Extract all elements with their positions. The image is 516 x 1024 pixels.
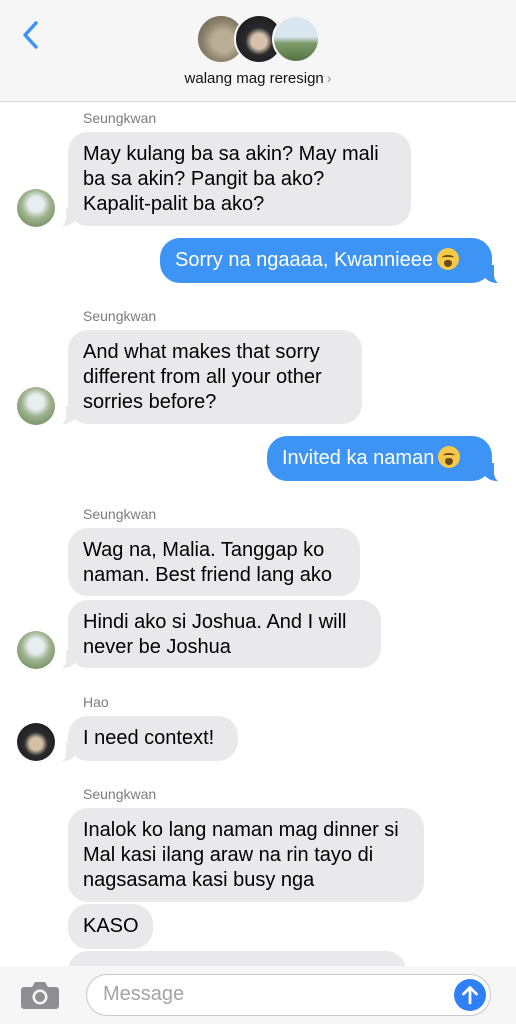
conversation-header: walang mag reresign › [0, 0, 516, 102]
avatar[interactable] [17, 189, 55, 227]
message-text: I need context! [83, 727, 215, 749]
avatar[interactable] [17, 723, 55, 761]
bubble-tail [482, 263, 508, 285]
message-field[interactable] [86, 974, 491, 1016]
chevron-left-icon [23, 21, 38, 49]
group-name: walang mag reresign [184, 70, 324, 87]
back-button[interactable] [14, 18, 48, 52]
sender-name: Hao [83, 694, 109, 710]
bubble-tail [482, 461, 508, 483]
bubble-tail [52, 404, 78, 426]
avatar [272, 15, 320, 63]
send-button[interactable] [454, 979, 486, 1011]
incoming-message-bubble[interactable]: And what makes that sorry different from… [68, 330, 362, 424]
sender-name: Seungkwan [83, 110, 157, 126]
message-text: KASO [83, 915, 139, 937]
message-input-bar [0, 966, 516, 1024]
sender-name: Seungkwan [83, 506, 157, 522]
incoming-message-bubble[interactable]: Wag na, Malia. Tanggap ko naman. Best fr… [68, 528, 360, 596]
crying-face-emoji [436, 248, 459, 270]
chevron-right-icon: › [326, 70, 332, 86]
camera-button[interactable] [20, 980, 60, 1010]
message-text: And what makes that sorry different from… [83, 341, 322, 413]
message-input[interactable] [103, 975, 443, 1014]
group-avatars[interactable] [196, 14, 324, 66]
message-text: Hindi ako si Joshua. And I will never be… [83, 611, 347, 658]
avatar[interactable] [17, 387, 55, 425]
message-text: Inalok ko lang naman mag dinner si Mal k… [83, 819, 399, 891]
bubble-tail [52, 206, 78, 228]
bubble-tail [52, 741, 78, 763]
group-name-link[interactable]: walang mag reresign › [0, 70, 516, 87]
incoming-message-bubble[interactable]: KASO [68, 904, 153, 949]
incoming-message-bubble[interactable]: Inalok ko lang naman mag dinner si Mal k… [68, 808, 424, 902]
message-text: Wag na, Malia. Tanggap ko naman. Best fr… [83, 539, 333, 586]
camera-icon [21, 982, 59, 1009]
incoming-message-bubble[interactable]: Hindi ako si Joshua. And I will never be… [68, 600, 381, 668]
crying-face-emoji [438, 446, 461, 468]
incoming-message-bubble[interactable]: May kulang ba sa akin? May mali ba sa ak… [68, 132, 411, 226]
avatar[interactable] [17, 631, 55, 669]
sender-name: Seungkwan [83, 308, 157, 324]
message-text: May kulang ba sa akin? May mali ba sa ak… [83, 143, 379, 215]
bubble-tail [52, 648, 78, 670]
outgoing-message-bubble[interactable]: Invited ka naman [267, 436, 492, 481]
outgoing-message-bubble[interactable]: Sorry na ngaaaa, Kwannieee [160, 238, 492, 283]
message-text: Sorry na ngaaaa, Kwannieee [175, 249, 433, 271]
message-text: Invited ka naman [282, 447, 435, 469]
send-arrow-icon [462, 986, 478, 1005]
incoming-message-bubble[interactable]: I need context! [68, 716, 238, 761]
sender-name: Seungkwan [83, 786, 157, 802]
